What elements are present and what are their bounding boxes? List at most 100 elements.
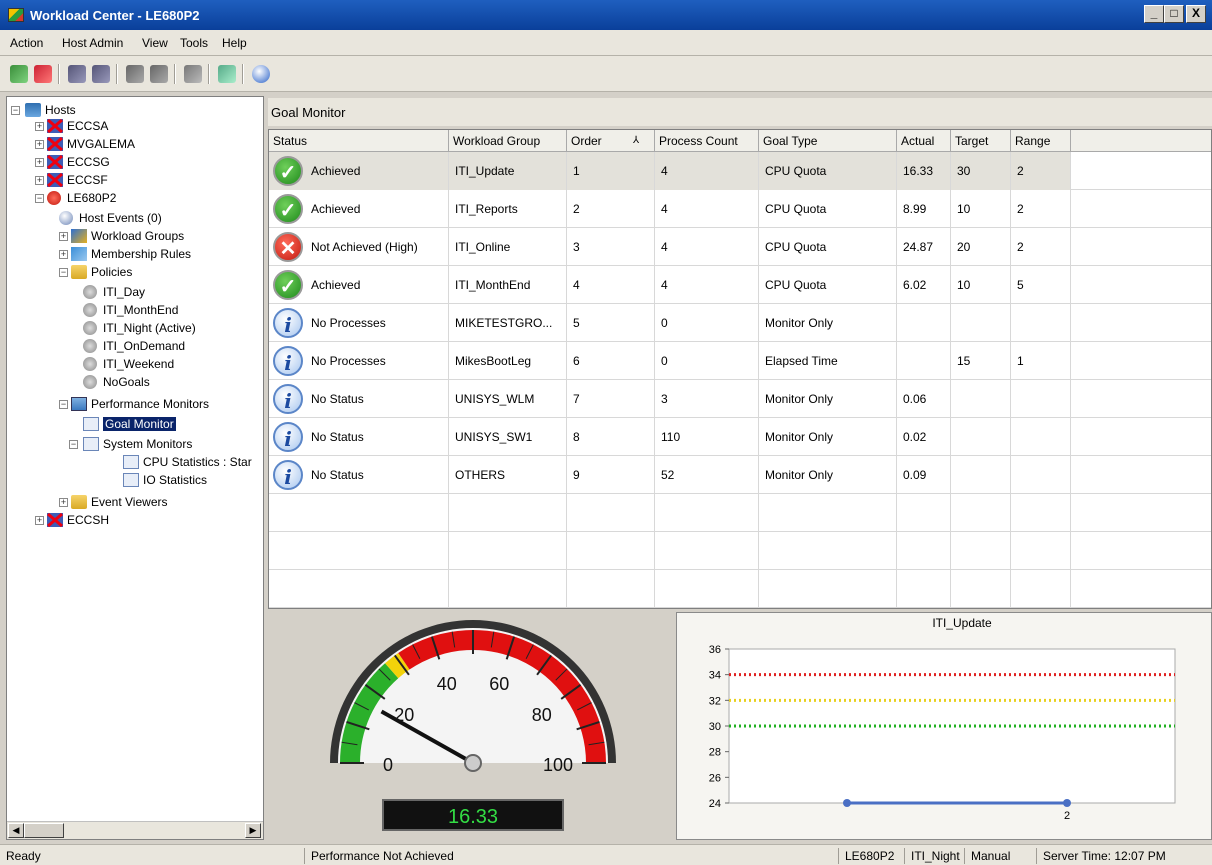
table-row[interactable]: i No Status UNISYS_SW1 8 110 Monitor Only 0.02 (269, 418, 1211, 456)
scroll-thumb[interactable] (24, 823, 64, 838)
network-icon (25, 103, 41, 117)
y-tick-label: 36 (709, 644, 721, 656)
refresh-icon[interactable] (184, 65, 202, 83)
policy-icon[interactable] (126, 65, 144, 83)
cell-target: 10 (951, 190, 1011, 228)
cell-status: i No Status (269, 380, 449, 418)
cell-workload-group: ITI_Online (449, 228, 567, 266)
data-point (1063, 799, 1071, 807)
table-row[interactable]: ✕ Not Achieved (High) ITI_Online 3 4 CPU Quot… (269, 228, 1211, 266)
table-row[interactable]: i No Status OTHERS 9 52 Monitor Only 0.09 (269, 456, 1211, 494)
cell-goal-type: CPU Quota (759, 266, 897, 304)
cell-workload-group: ITI_Reports (449, 190, 567, 228)
column-goal-type[interactable]: Goal Type (759, 130, 897, 152)
status-message: Performance Not Achieved (304, 848, 454, 864)
cell-process-count: 0 (655, 304, 759, 342)
cell-workload-group: UNISYS_SW1 (449, 418, 567, 456)
maximize-button[interactable]: □ (1164, 5, 1184, 23)
menu-help[interactable]: Help (222, 36, 247, 50)
cell-workload-group: MIKETESTGRO... (449, 304, 567, 342)
y-tick-label: 28 (709, 747, 721, 759)
cell-status: i No Status (269, 418, 449, 456)
policy-icon (83, 285, 97, 299)
save-icon[interactable] (150, 65, 168, 83)
cell-range (1011, 456, 1071, 494)
column-target[interactable]: Target (951, 130, 1011, 152)
column-actual[interactable]: Actual (897, 130, 951, 152)
sort-ascending-icon: ⅄ (633, 135, 640, 146)
scroll-right-arrow-icon[interactable]: ▶ (245, 823, 261, 838)
menu-view[interactable]: View (142, 36, 168, 50)
membership-rules-icon (71, 247, 87, 261)
error-icon: ✕ (273, 232, 303, 262)
column-range[interactable]: Range (1011, 130, 1071, 152)
status-text: No Processes (311, 316, 386, 330)
cell-status: ✓ Achieved (269, 190, 449, 228)
empty-cell (897, 570, 951, 608)
cell-workload-group: UNISYS_WLM (449, 380, 567, 418)
table-row[interactable]: i No Status UNISYS_WLM 7 3 Monitor Only 0.06 (269, 380, 1211, 418)
host-tree[interactable]: − Hosts + ECCSA + MVGALEMA + ECCSG + ECC… (6, 96, 264, 840)
properties-icon[interactable] (218, 65, 236, 83)
close-button[interactable]: X (1186, 5, 1206, 23)
table-row[interactable]: i No Processes MikesBootLeg 6 0 Elapsed Time 1… (269, 342, 1211, 380)
policy-icon (83, 357, 97, 371)
cell-process-count: 0 (655, 342, 759, 380)
connect-host-icon[interactable] (10, 65, 28, 83)
cell-actual: 8.99 (897, 190, 951, 228)
cell-range: 5 (1011, 266, 1071, 304)
cell-process-count: 4 (655, 266, 759, 304)
help-icon[interactable] (252, 65, 270, 83)
empty-cell (449, 494, 567, 532)
y-tick-label: 32 (709, 695, 721, 707)
cell-target: 10 (951, 266, 1011, 304)
column-workload-group[interactable]: Workload Group (449, 130, 567, 152)
table-row[interactable]: ✓ Achieved ITI_Update 1 4 CPU Quota 16.33 30 2 (269, 152, 1211, 190)
tree-horizontal-scrollbar[interactable]: ◀ ▶ (7, 821, 263, 839)
empty-cell (1011, 570, 1071, 608)
menu-host-admin[interactable]: Host Admin (62, 36, 123, 50)
events-icon (59, 211, 73, 225)
minimize-button[interactable]: _ (1144, 5, 1164, 23)
info-icon: i (273, 308, 303, 338)
status-text: No Status (311, 392, 364, 406)
table-row[interactable]: ✓ Achieved ITI_MonthEnd 4 4 CPU Quota 6.02 10 5 (269, 266, 1211, 304)
empty-row (269, 532, 1211, 570)
empty-cell (449, 532, 567, 570)
table-row[interactable]: i No Processes MIKETESTGRO... 5 0 Monitor Onl… (269, 304, 1211, 342)
status-policy: ITI_Night (904, 848, 960, 864)
gauge-label: 80 (532, 705, 552, 725)
cell-process-count: 4 (655, 152, 759, 190)
disconnect-host-icon[interactable] (34, 65, 52, 83)
gauge-label: 0 (383, 755, 393, 775)
table-row[interactable]: ✓ Achieved ITI_Reports 2 4 CPU Quota 8.99 10 2 (269, 190, 1211, 228)
menu-tools[interactable]: Tools (180, 36, 208, 50)
cell-goal-type: Elapsed Time (759, 342, 897, 380)
gauge-panel: 0 20 40 60 80 100 16.33 (268, 610, 672, 840)
stop-icon[interactable] (92, 65, 110, 83)
cell-status: ✓ Achieved (269, 266, 449, 304)
host-offline-icon (47, 512, 63, 528)
gauge-pivot (464, 754, 482, 772)
goal-monitor-title: Goal Monitor (271, 105, 346, 120)
column-status[interactable]: Status (269, 130, 449, 152)
column-order[interactable]: Order ⅄ (567, 130, 655, 152)
cell-order: 7 (567, 380, 655, 418)
cell-goal-type: Monitor Only (759, 380, 897, 418)
empty-cell (655, 494, 759, 532)
menu-action[interactable]: Action (10, 36, 43, 50)
host-offline-icon (47, 154, 63, 170)
cell-status: i No Status (269, 456, 449, 494)
title-bar: Workload Center - LE680P2 _ □ X (0, 0, 1212, 30)
column-process-count[interactable]: Process Count (655, 130, 759, 152)
empty-cell (449, 570, 567, 608)
start-icon[interactable] (68, 65, 86, 83)
cell-status: i No Processes (269, 304, 449, 342)
cell-target: 30 (951, 152, 1011, 190)
scroll-left-arrow-icon[interactable]: ◀ (8, 823, 24, 838)
cell-process-count: 3 (655, 380, 759, 418)
host-offline-icon (47, 172, 63, 188)
gauge-readout: 16.33 (448, 806, 498, 828)
empty-cell (1011, 494, 1071, 532)
goal-monitor-grid[interactable]: Status Workload Group Order ⅄ Process Cou… (268, 129, 1212, 609)
